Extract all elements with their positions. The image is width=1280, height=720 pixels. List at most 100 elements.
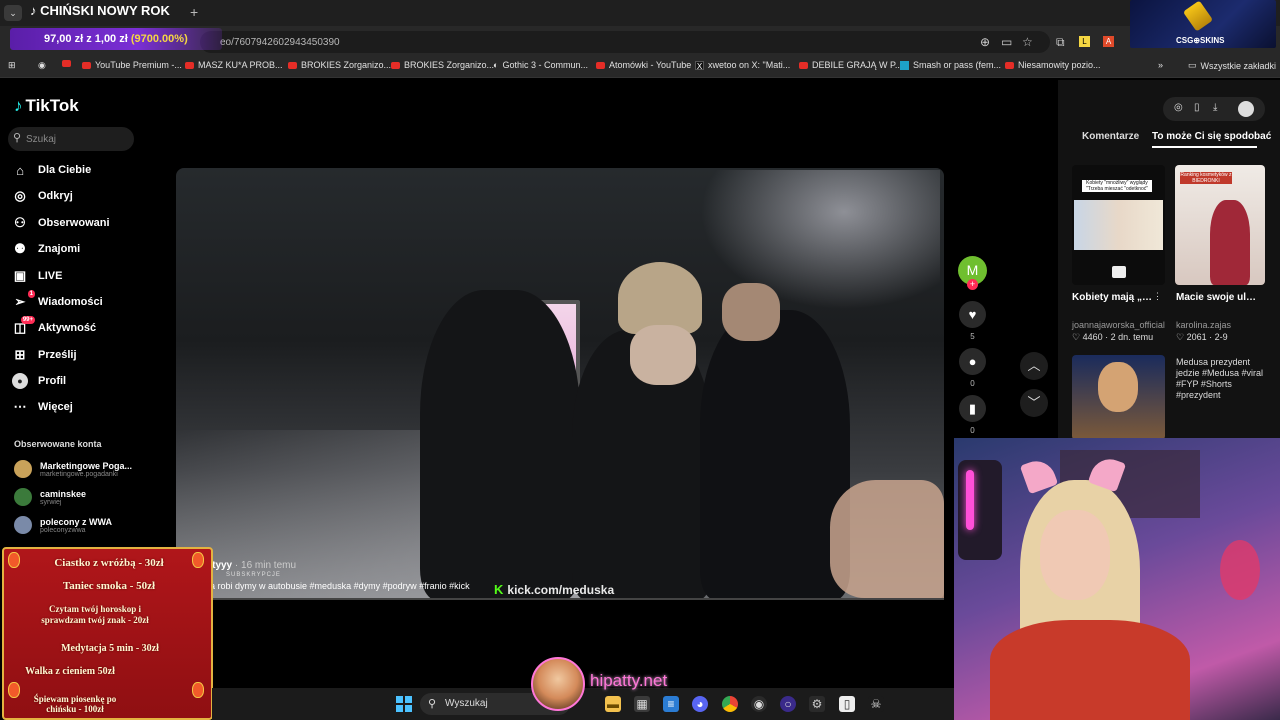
nav-wiadomosci[interactable]: ➢ 1 Wiadomości (12, 290, 103, 310)
phone-icon[interactable]: ▯ (1194, 102, 1200, 113)
video-caption: a robi dymy w autobusie #meduska #dymy #… (210, 581, 470, 591)
kick-watermark: K kick.com/meduska (494, 582, 615, 597)
bookmark-item[interactable]: BROKIES Zorganizo... (288, 60, 391, 70)
search-icon: ⚲ (13, 132, 22, 144)
x-icon: X (695, 60, 704, 71)
card-stats: ♡ 4460 · 2 dn. temu (1072, 332, 1154, 342)
extension-icon[interactable]: ⧉ (1056, 35, 1065, 50)
bookmark-item[interactable]: Xxwetoo on X: "Mati... (695, 60, 790, 71)
lantern-icon (192, 682, 204, 698)
search-placeholder: Szukaj (26, 134, 57, 145)
download-icon[interactable]: ⤓ (1213, 102, 1217, 113)
tab-active[interactable]: ♪ CHIŃSKI NOWY ROK (30, 3, 170, 18)
followed-account[interactable]: polecony z WWA poleconyzwwa (14, 516, 112, 534)
nav-dla-ciebie[interactable]: ⌂ Dla Ciebie (12, 162, 91, 178)
app-icon[interactable]: ○ (780, 696, 796, 712)
avatar (14, 460, 32, 478)
csgskins-logo-text: CSG⊕SKINS (1176, 36, 1225, 45)
followed-account[interactable]: caminskee syrwiej (14, 488, 86, 506)
tab-comments[interactable]: Komentarze (1082, 131, 1139, 142)
previous-video-chevron-up-icon[interactable]: ︿ (1020, 352, 1048, 380)
nav-aktywnosc[interactable]: ◫ 99+ Aktywność (12, 316, 96, 336)
like-heart-icon[interactable]: ♥ (959, 301, 986, 328)
bookmark-item[interactable]: Niesamowity pozio... (1005, 60, 1101, 70)
extension-l-icon[interactable]: L (1079, 36, 1090, 47)
card-more-icon[interactable]: ⋮ (1153, 291, 1162, 302)
notepad-icon[interactable]: ≡ (663, 696, 679, 712)
card-author[interactable]: joannajaworska_official (1072, 320, 1165, 330)
follow-plus-icon[interactable]: + (967, 279, 978, 290)
profile-avatar-icon: ● (12, 373, 28, 389)
account-avatar[interactable] (1238, 101, 1254, 117)
nav-znajomi[interactable]: ⚉ Znajomi (12, 241, 80, 257)
thumbnail-person (1210, 200, 1250, 285)
bookmark-star-icon[interactable]: ☆ (1022, 35, 1033, 49)
youtube-icon (799, 61, 808, 69)
messages-icon: ➢ 1 (14, 290, 35, 309)
comment-icon[interactable]: ● (959, 348, 986, 375)
tab-may-like[interactable]: To może Ci się spodobać (1152, 131, 1271, 142)
settings-gear-icon[interactable]: ⚙ (809, 696, 825, 712)
new-tab-icon[interactable]: + (190, 4, 198, 20)
nav-odkryj[interactable]: ◎ Odkryj (12, 188, 73, 204)
tab-search-chevron-icon[interactable]: ⌄ (4, 5, 22, 21)
cast-icon[interactable]: ▭ (1001, 35, 1012, 49)
video-subscribe-label: SUBSKRYPCJE (226, 572, 281, 578)
nav-przeslij[interactable]: ⊞ Prześlij (12, 347, 77, 363)
menu-item: Śpiewam piosenkę po chińsku - 100zł (33, 694, 117, 714)
all-bookmarks-folder[interactable]: ▭ Wszystkie zakładki (1188, 60, 1276, 71)
obs-icon[interactable]: ◉ (751, 696, 767, 712)
card-title[interactable]: Macie swoje ulubione serum z... (1176, 291, 1262, 304)
address-url[interactable]: eo/7607942602943450390 (220, 37, 340, 48)
video-time: · 16 min temu (234, 560, 297, 571)
store-icon[interactable]: ▦ (634, 696, 650, 712)
apps-grid-icon[interactable]: ⊞ (8, 60, 16, 71)
bookmark-icon[interactable]: ▮ (959, 395, 986, 422)
thumbnail-caption: Kobiety "mnożliwy" wyglądy "Trzeba miesz… (1082, 180, 1152, 192)
file-explorer-icon[interactable]: ▬ (605, 696, 621, 712)
bookmark-item[interactable]: ◐ Gothic 3 - Commun... (493, 60, 588, 70)
lantern-icon (8, 682, 20, 698)
compass-icon[interactable]: ◎ (1174, 102, 1183, 113)
youtube-icon (391, 61, 400, 69)
bookmark-item[interactable]: YouTube Premium -... (82, 60, 182, 70)
followed-account[interactable]: Marketingowe Poga... marketingowe.pogadan… (14, 460, 132, 478)
compass-icon: ◎ (14, 188, 26, 203)
bookmark-item[interactable]: DEBILE GRAJĄ W P... (799, 60, 902, 70)
bookmark-site-icon[interactable]: ◉ (38, 60, 46, 71)
bookmark-item[interactable]: BROKIES Zorganizo... (391, 60, 494, 70)
nav-wiecej[interactable]: ⋯ Więcej (12, 399, 73, 415)
search-icon: ⚲ (428, 698, 437, 710)
bookmarks-overflow-icon[interactable]: » (1158, 60, 1163, 70)
nav-live[interactable]: ▣ LIVE (12, 268, 63, 284)
extension-translate-icon[interactable]: A (1103, 36, 1114, 47)
messages-badge: 1 (27, 290, 35, 298)
skull-app-icon[interactable]: ☠ (868, 696, 884, 712)
streamer-site: hipatty.net (590, 671, 668, 690)
broken-thumbnail-alt-text[interactable]: Medusa prezydent jedzie #Medusa #viral #… (1176, 357, 1272, 401)
tiktok-logo[interactable]: ♪ TikTok (14, 96, 79, 116)
home-icon: ⌂ (16, 162, 24, 178)
nav-obserwowani[interactable]: ⚇ Obserwowani (12, 215, 109, 231)
followed-accounts-header: Obserwowane konta (14, 439, 102, 449)
card-author[interactable]: karolina.zajas (1176, 320, 1231, 330)
zoom-icon[interactable]: ⊕ (980, 35, 990, 49)
tiktok-tab-icon: ♪ (30, 3, 37, 18)
bookmark-item[interactable]: MASZ KU*A PROB... (185, 60, 283, 70)
donation-goal-text: 97,00 zł z 1,00 zł (9700.00%) (44, 33, 188, 45)
card-title[interactable]: Kobiety mają „odetknonć"... (1072, 291, 1158, 304)
document-icon[interactable]: ▯ (839, 696, 855, 712)
chrome-icon[interactable] (722, 696, 738, 712)
menu-item: Taniec smoka - 50zł (62, 580, 156, 592)
youtube-icon (1005, 61, 1014, 69)
bookmark-item[interactable]: Smash or pass (fem... (900, 60, 1001, 70)
video-author[interactable]: otyyy · 16 min temu (206, 560, 296, 571)
video-progress-bar[interactable] (176, 598, 944, 600)
windows-start-icon[interactable] (396, 696, 412, 712)
like-count: 5 (970, 332, 975, 341)
next-video-chevron-down-icon[interactable]: ﹀ (1020, 389, 1048, 417)
discord-icon[interactable]: ◕ (692, 696, 708, 712)
nav-profil[interactable]: ● Profil (12, 373, 66, 389)
bookmark-item[interactable]: Atomówki - YouTube (596, 60, 691, 70)
bookmark-youtube-icon[interactable] (62, 60, 71, 67)
